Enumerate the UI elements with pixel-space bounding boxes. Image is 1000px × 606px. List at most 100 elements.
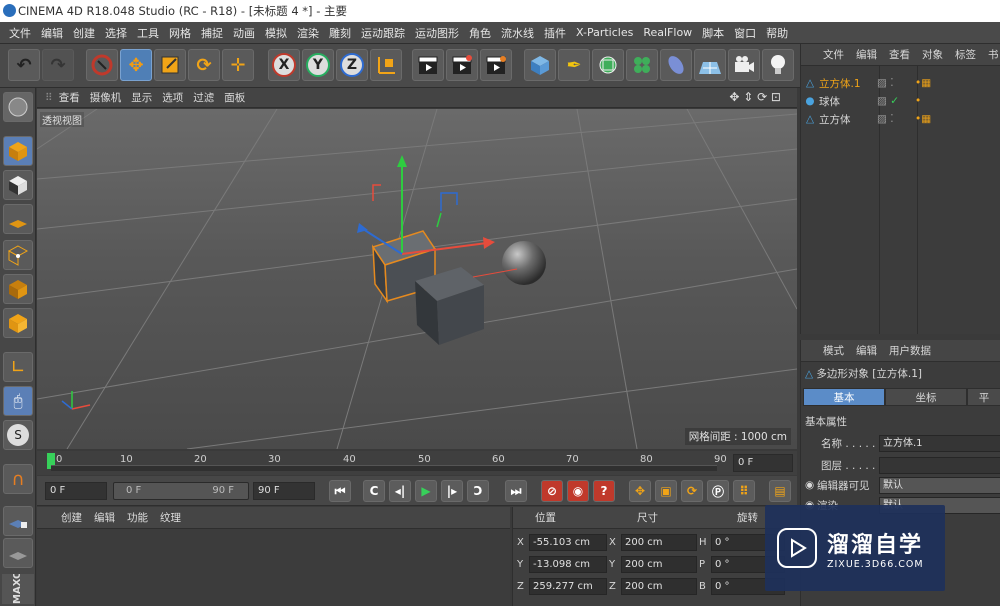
next-key-button[interactable]: Ɔ <box>467 480 489 502</box>
object-row[interactable]: △ 立方体.1 ▨ ⁚ •▦ <box>801 74 1000 92</box>
sphere-object[interactable] <box>502 241 546 285</box>
tab-phong[interactable]: 平 <box>967 388 1000 406</box>
viewport-menu-view[interactable]: 查看 <box>59 90 80 105</box>
menu-mesh[interactable]: 网格 <box>164 25 196 41</box>
viewport-menu-options[interactable]: 选项 <box>162 90 183 105</box>
menu-pipeline[interactable]: 流水线 <box>496 25 539 41</box>
menu-script[interactable]: 脚本 <box>697 25 729 41</box>
position-x-field[interactable]: -55.103 cm <box>529 533 607 551</box>
add-deformer-button[interactable] <box>660 49 692 81</box>
add-light-button[interactable] <box>762 49 794 81</box>
visibility-dots-icon[interactable]: ▨ ⁚ <box>877 113 915 125</box>
editor-visible-select[interactable]: 默认 <box>879 476 1000 494</box>
workplane-mode-button[interactable] <box>3 204 33 234</box>
visibility-check-icon[interactable]: ▨ ✓ <box>877 95 915 107</box>
menu-file[interactable]: 文件 <box>4 25 36 41</box>
tab-basic[interactable]: 基本 <box>803 388 885 406</box>
size-x-field[interactable]: 200 cm <box>621 533 697 551</box>
layer-field[interactable] <box>879 456 1000 474</box>
add-camera-button[interactable] <box>728 49 760 81</box>
make-editable-button[interactable] <box>3 92 33 122</box>
material-menu-function[interactable]: 功能 <box>127 510 148 525</box>
material-tag-icon[interactable]: •▦ <box>915 77 931 89</box>
add-cloner-button[interactable] <box>626 49 658 81</box>
previous-frame-button[interactable]: ◂| <box>389 480 411 502</box>
material-tag-icon[interactable]: •▦ <box>915 113 931 125</box>
model-mode-button[interactable] <box>3 136 33 166</box>
add-subdivision-surface-button[interactable] <box>592 49 624 81</box>
snapping-button[interactable]: S <box>3 420 33 450</box>
menu-motion-tracking[interactable]: 运动跟踪 <box>356 25 410 41</box>
perspective-viewport[interactable]: 透视视图 网格间距 : 1000 cm <box>37 109 797 449</box>
render-settings-button[interactable] <box>480 49 512 81</box>
size-z-field[interactable]: 200 cm <box>621 577 697 595</box>
menu-animate[interactable]: 动画 <box>228 25 260 41</box>
coordinate-system-button[interactable] <box>370 49 402 81</box>
menu-simulate[interactable]: 模拟 <box>260 25 292 41</box>
am-menu-user-data[interactable]: 用户数据 <box>889 343 931 358</box>
menu-character[interactable]: 角色 <box>464 25 496 41</box>
material-menu-texture[interactable]: 纹理 <box>160 510 181 525</box>
add-pen-spline-button[interactable]: ✒ <box>558 49 590 81</box>
play-button[interactable]: ▶ <box>415 480 437 502</box>
render-to-picture-viewer-button[interactable] <box>446 49 478 81</box>
rotate-tool-button[interactable]: ⟳ <box>188 49 220 81</box>
add-cube-button[interactable] <box>524 49 556 81</box>
menu-sculpt[interactable]: 雕刻 <box>324 25 356 41</box>
om-menu-edit[interactable]: 编辑 <box>856 47 877 62</box>
timeline-window-button[interactable]: ▤ <box>769 480 791 502</box>
key-point-level-button[interactable]: ⠿ <box>733 480 755 502</box>
planar-workplane-button[interactable] <box>3 538 33 568</box>
material-menu-create[interactable]: 创建 <box>61 510 82 525</box>
go-to-start-button[interactable]: ⏮ <box>329 480 351 502</box>
start-frame-field[interactable]: 0 F <box>45 482 107 500</box>
transform-tool-button[interactable]: ✛ <box>222 49 254 81</box>
tab-coordinates[interactable]: 坐标 <box>885 388 967 406</box>
record-keys-button[interactable]: ⊘ <box>541 480 563 502</box>
viewport-menu-panel[interactable]: 面板 <box>224 90 245 105</box>
am-menu-edit[interactable]: 编辑 <box>856 343 877 358</box>
x-axis-lock-button[interactable]: X <box>268 49 300 81</box>
viewport-menu-cameras[interactable]: 摄像机 <box>90 90 122 105</box>
material-tag-icon[interactable]: • <box>915 95 921 107</box>
menu-create[interactable]: 创建 <box>68 25 100 41</box>
current-frame-field[interactable]: 0 F <box>733 454 793 472</box>
render-view-button[interactable] <box>412 49 444 81</box>
z-axis-lock-button[interactable]: Z <box>336 49 368 81</box>
tweak-mode-button[interactable]: 🖰 <box>3 386 33 416</box>
menu-select[interactable]: 选择 <box>100 25 132 41</box>
go-to-end-button[interactable]: ⏭ <box>505 480 527 502</box>
points-mode-button[interactable] <box>3 240 33 270</box>
menu-edit[interactable]: 编辑 <box>36 25 68 41</box>
key-scale-button[interactable]: ▣ <box>655 480 677 502</box>
lock-workplane-button[interactable] <box>3 506 33 536</box>
enable-axis-button[interactable]: ∟ <box>3 352 33 382</box>
om-menu-view[interactable]: 查看 <box>889 47 910 62</box>
scale-tool-button[interactable] <box>154 49 186 81</box>
radio-icon[interactable]: ◉ <box>805 479 817 491</box>
viewport-menu-filter[interactable]: 过滤 <box>193 90 214 105</box>
menu-window[interactable]: 窗口 <box>729 25 761 41</box>
menu-help[interactable]: 帮助 <box>761 25 793 41</box>
y-axis-lock-button[interactable]: Y <box>302 49 334 81</box>
menu-realflow[interactable]: RealFlow <box>638 26 697 39</box>
menu-tools[interactable]: 工具 <box>132 25 164 41</box>
undo-button[interactable]: ↶ <box>8 49 40 81</box>
material-menu-edit[interactable]: 编辑 <box>94 510 115 525</box>
menu-render[interactable]: 渲染 <box>292 25 324 41</box>
move-tool-button[interactable]: ✥ <box>120 49 152 81</box>
viewport-menu-display[interactable]: 显示 <box>131 90 152 105</box>
edges-mode-button[interactable] <box>3 274 33 304</box>
name-field[interactable]: 立方体.1 <box>879 434 1000 452</box>
timeline-ruler[interactable]: 0 10 20 30 40 50 60 70 80 90 0 F <box>37 451 797 475</box>
end-frame-field[interactable]: 90 F <box>253 482 315 500</box>
menu-snap[interactable]: 捕捉 <box>196 25 228 41</box>
redo-button[interactable]: ↷ <box>42 49 74 81</box>
position-y-field[interactable]: -13.098 cm <box>529 555 607 573</box>
next-frame-button[interactable]: |▸ <box>441 480 463 502</box>
magnet-button[interactable]: ∩ <box>3 464 33 494</box>
preview-range-slider[interactable]: 0 F 90 F <box>113 482 249 500</box>
live-selection-button[interactable] <box>86 49 118 81</box>
auto-keying-button[interactable]: ◉ <box>567 480 589 502</box>
object-row[interactable]: ● 球体 ▨ ✓ • <box>801 92 1000 110</box>
